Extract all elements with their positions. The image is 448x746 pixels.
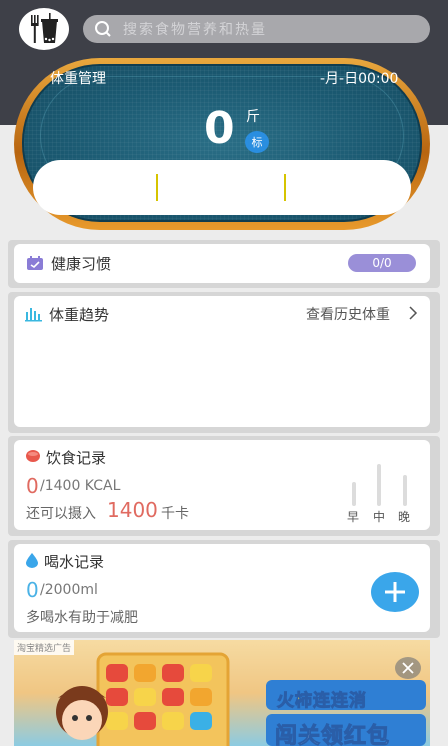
lunch-label: 中: [373, 510, 386, 524]
diet-consumed: 0: [26, 474, 39, 498]
diet-remain-value: 1400: [107, 498, 158, 522]
app-logo[interactable]: [19, 8, 69, 50]
fork-cup-icon: [31, 13, 58, 43]
plus-icon: [385, 582, 405, 602]
habit-label: 健康习惯: [51, 255, 112, 273]
chevron-right-icon[interactable]: [408, 306, 418, 320]
breakfast-label: 早: [347, 510, 360, 524]
weight-date[interactable]: -月-日00:00: [320, 68, 398, 88]
ad-title: 火柿连连消: [277, 691, 367, 712]
bar-chart-icon: [25, 308, 42, 322]
weight-unit: 斤: [246, 109, 260, 125]
ad-close-button[interactable]: [395, 657, 421, 679]
dinner-label: 晚: [398, 510, 411, 524]
close-icon: [402, 662, 414, 674]
habit-progress-badge: 0/0: [348, 254, 416, 272]
water-drop-icon: [26, 553, 38, 568]
weight-title: 体重管理: [50, 71, 106, 87]
search-icon: [95, 21, 111, 37]
diet-remain-prefix: 还可以摄入: [26, 506, 96, 522]
water-target: /2000ml: [40, 582, 98, 598]
stats-divider: [156, 174, 158, 201]
water-tip: 多喝水有助于减肥: [26, 610, 138, 626]
search-placeholder: 搜索食物营养和热量: [123, 22, 267, 38]
ad-subtitle: 闯关领红包: [274, 724, 391, 746]
water-label: 喝水记录: [44, 553, 105, 571]
weight-status-badge: 标: [245, 131, 269, 153]
diet-label: 饮食记录: [46, 449, 107, 467]
dinner-bar: [403, 475, 407, 506]
stats-divider: [284, 174, 286, 201]
add-water-button[interactable]: [371, 572, 419, 612]
diet-target: /1400 KCAL: [40, 478, 121, 494]
bowl-icon: [26, 450, 40, 462]
breakfast-bar: [352, 482, 356, 506]
weight-value: 0: [204, 103, 235, 154]
calendar-icon: [27, 256, 43, 270]
trend-label: 体重趋势: [49, 306, 110, 324]
diet-remain-unit: 千卡: [161, 506, 189, 522]
search-bar[interactable]: 搜索食物营养和热量: [83, 15, 430, 43]
history-weight-link[interactable]: 查看历史体重: [306, 304, 390, 324]
water-consumed: 0: [26, 578, 39, 602]
lunch-bar: [377, 464, 381, 506]
weight-stats-panel[interactable]: [33, 160, 411, 215]
